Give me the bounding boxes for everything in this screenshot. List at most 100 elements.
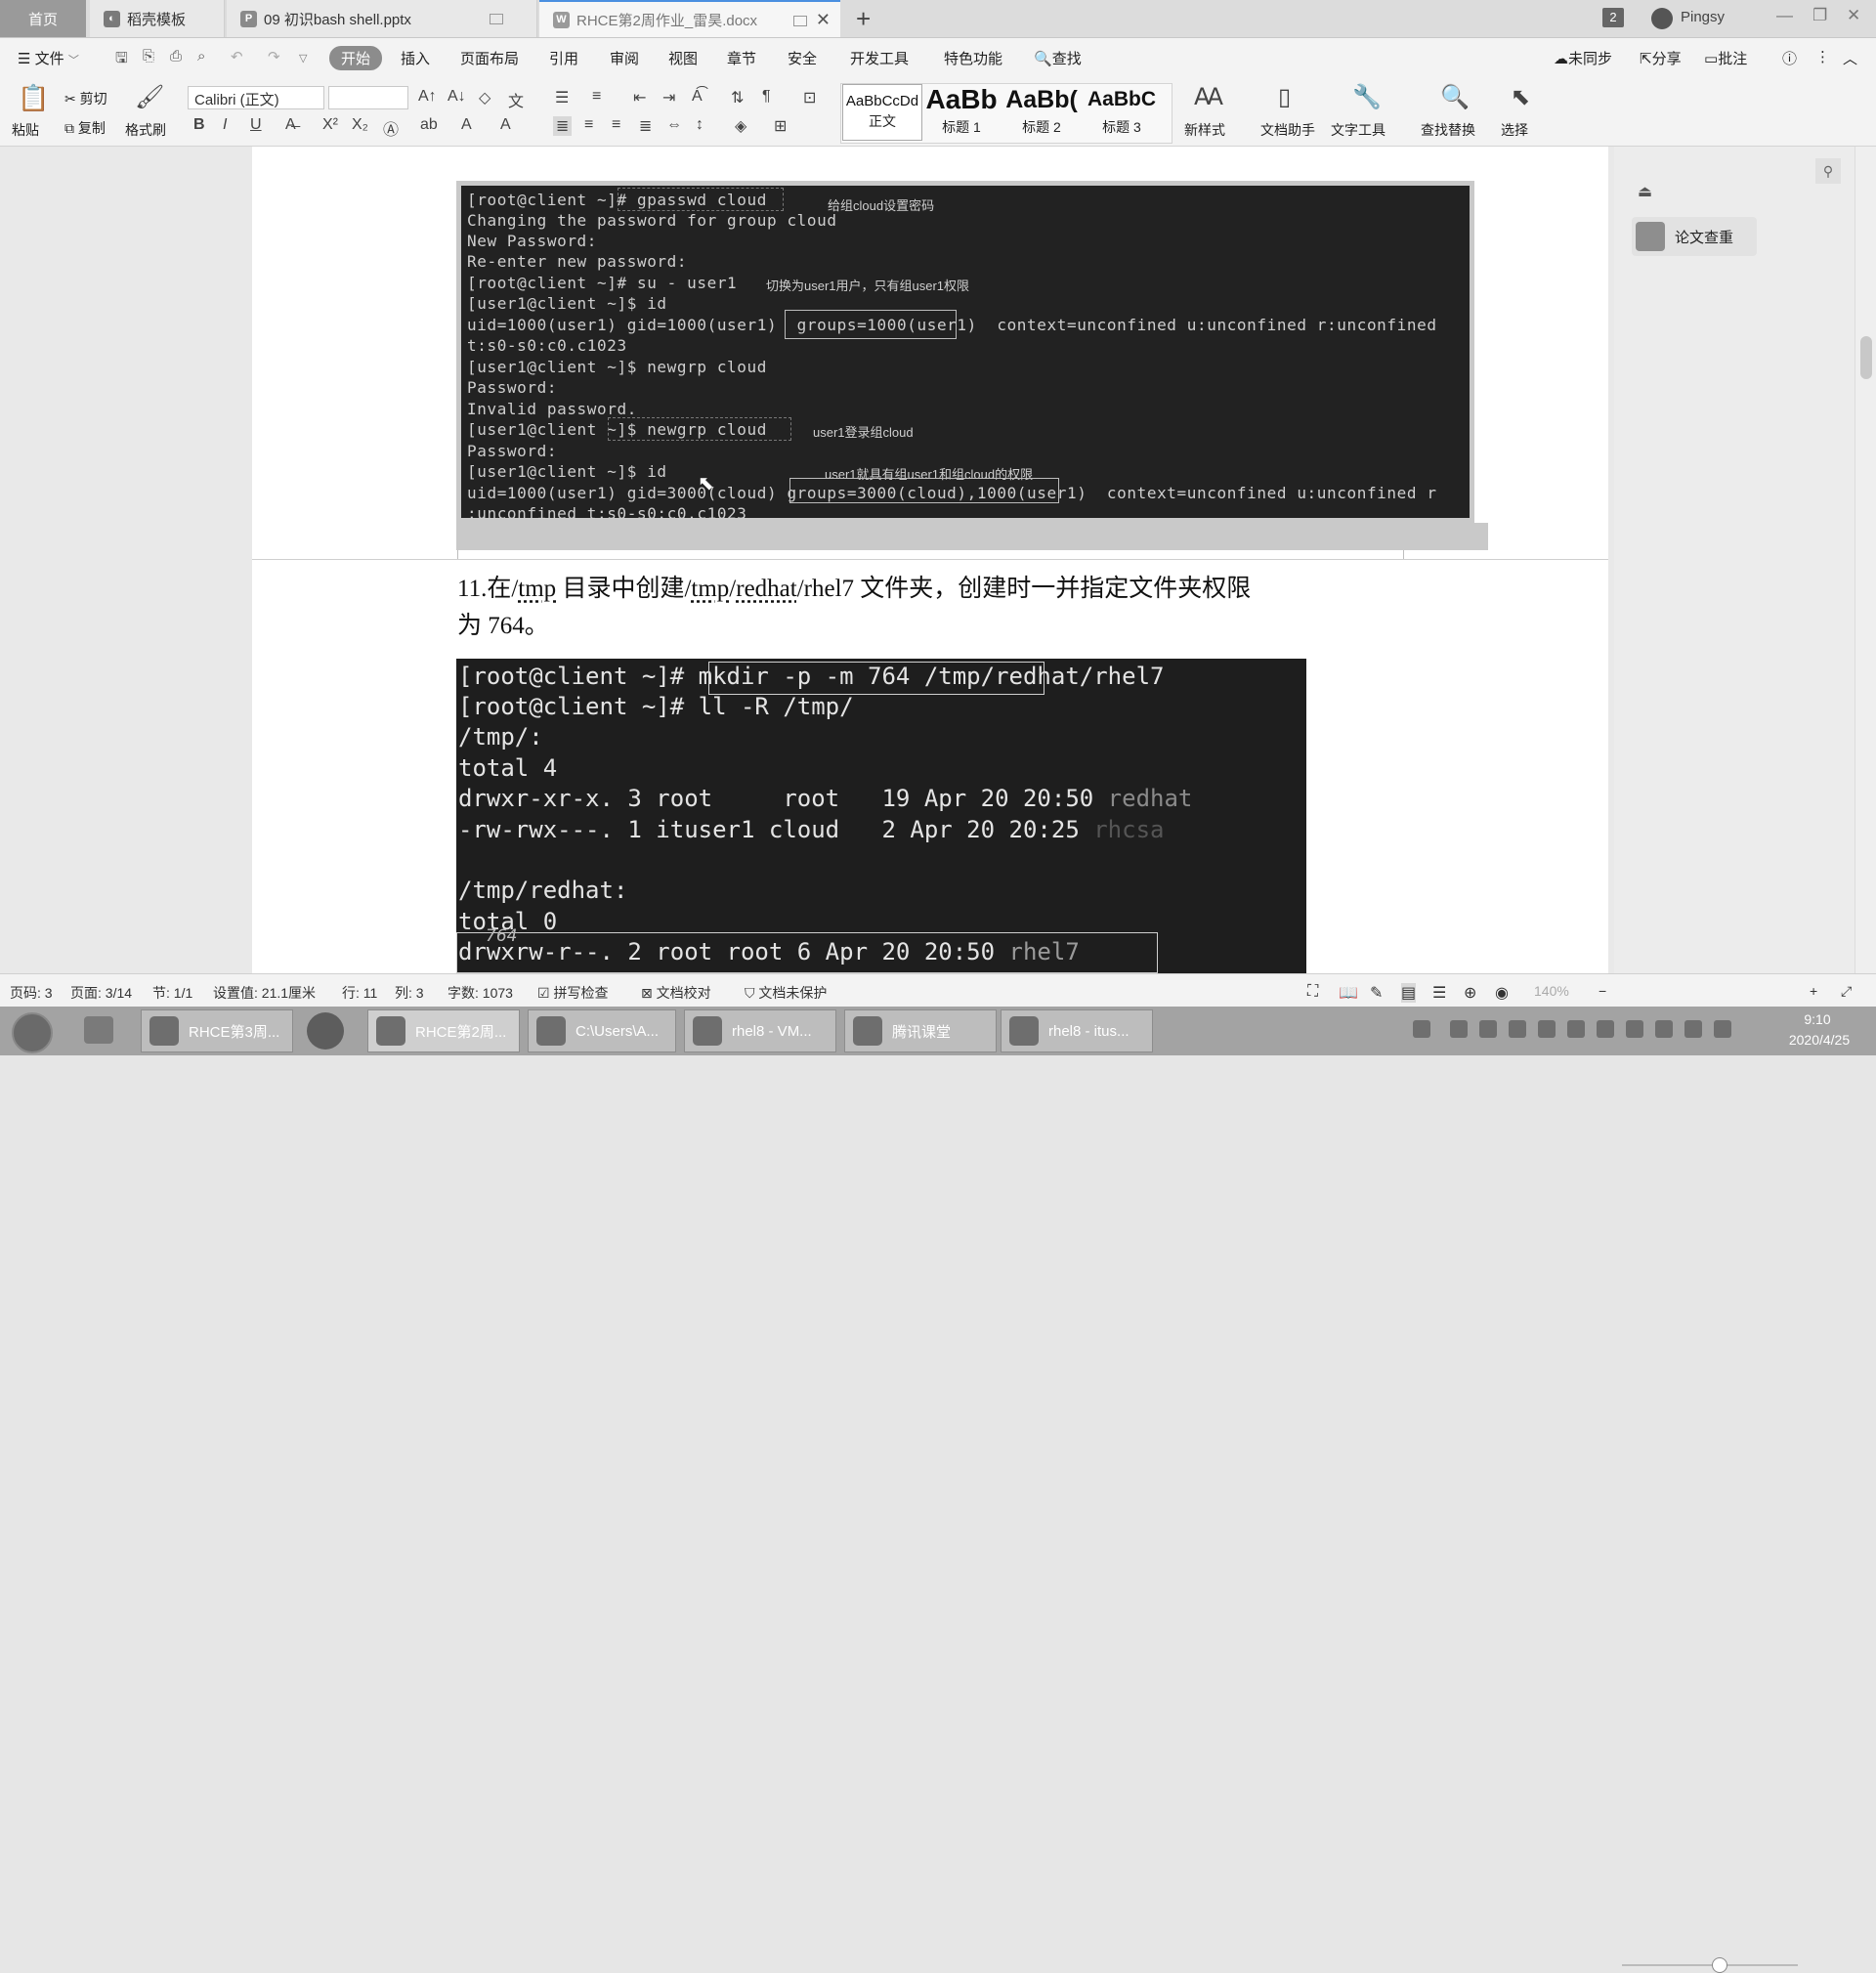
show-marks-icon[interactable]: ¶ bbox=[762, 88, 771, 106]
tab-special-features[interactable]: 特色功能 bbox=[944, 48, 1002, 68]
style-heading-3[interactable]: AaBbC 标题 3 bbox=[1083, 84, 1161, 139]
new-style-button[interactable]: 新样式 bbox=[1184, 120, 1225, 140]
user-name[interactable]: Pingsy bbox=[1681, 9, 1725, 25]
zoom-slider-thumb[interactable] bbox=[1712, 1957, 1727, 1973]
close-tab-icon[interactable]: ✕ bbox=[816, 10, 831, 30]
tab-pptx[interactable]: P 09 初识bash shell.pptx bbox=[227, 0, 537, 37]
tray-app-icon[interactable] bbox=[1450, 1020, 1468, 1038]
strikethrough-icon[interactable]: A̶ bbox=[285, 116, 296, 134]
tab-developer[interactable]: 开发工具 bbox=[850, 48, 909, 68]
underline-icon[interactable]: U bbox=[250, 116, 262, 134]
taskbar-item-active[interactable]: RHCE第2周... bbox=[367, 1009, 520, 1052]
paper-check-button[interactable]: 论文查重 bbox=[1632, 217, 1757, 256]
eye-protection-icon[interactable]: ◉ bbox=[1495, 983, 1509, 1003]
scroll-thumb[interactable] bbox=[1860, 336, 1872, 379]
phonetic-icon[interactable]: 文 bbox=[508, 88, 524, 111]
chinese-layout-icon[interactable]: A͡ bbox=[692, 88, 703, 106]
edit-mode-icon[interactable]: ✎ bbox=[1370, 983, 1383, 1003]
taskbar-item[interactable]: RHCE第3周... bbox=[141, 1009, 293, 1052]
tab-security[interactable]: 安全 bbox=[788, 48, 817, 68]
distributed-icon[interactable]: ⇔ bbox=[666, 116, 682, 134]
find-replace-button[interactable]: 查找替换 bbox=[1421, 120, 1475, 140]
undo-icon[interactable]: ↶ bbox=[231, 48, 243, 65]
font-size-select[interactable] bbox=[328, 86, 408, 109]
action-center-icon[interactable] bbox=[1714, 1020, 1731, 1038]
tab-stop-icon[interactable]: ⊡ bbox=[803, 88, 816, 107]
select-button[interactable]: 选择 bbox=[1501, 120, 1528, 140]
collapse-ribbon-icon[interactable]: ︿ bbox=[1843, 48, 1857, 68]
outline-view-icon[interactable]: ☰ bbox=[1432, 983, 1446, 1003]
tab-home-ribbon[interactable]: 开始 bbox=[329, 46, 383, 70]
highlight-icon[interactable]: ab bbox=[420, 116, 438, 134]
doc-assistant-icon[interactable]: ▯ bbox=[1278, 83, 1291, 111]
superscript-icon[interactable]: X² bbox=[322, 116, 338, 134]
chat-icon[interactable] bbox=[84, 1016, 113, 1044]
zoom-in-icon[interactable]: + bbox=[1810, 983, 1817, 999]
zoom-slider[interactable] bbox=[1622, 1964, 1798, 1966]
status-word-count[interactable]: 字数: 1073 bbox=[448, 983, 513, 1003]
tray-app-icon[interactable] bbox=[1538, 1020, 1556, 1038]
avatar[interactable] bbox=[1651, 8, 1673, 29]
borders-icon[interactable]: ⊞ bbox=[774, 116, 787, 136]
style-normal[interactable]: AaBbCcDd 正文 bbox=[842, 84, 922, 141]
file-menu[interactable]: ☰ 文件 ﹀ bbox=[18, 48, 79, 68]
align-right-icon[interactable]: ≡ bbox=[612, 116, 620, 134]
text-effect-icon[interactable]: Ⓐ bbox=[383, 116, 399, 140]
close-window-icon[interactable]: ✕ bbox=[1847, 6, 1860, 25]
export-icon[interactable]: ⎘ bbox=[143, 48, 154, 64]
collapse-pane-icon[interactable]: ⏏ bbox=[1638, 182, 1652, 201]
numbering-icon[interactable]: ≡ bbox=[592, 88, 601, 106]
format-painter-button[interactable]: 格式刷 bbox=[125, 120, 166, 140]
shrink-font-icon[interactable]: A↓ bbox=[448, 88, 466, 106]
grow-font-icon[interactable]: A↑ bbox=[418, 88, 437, 106]
taskbar-item[interactable]: rhel8 - VM... bbox=[684, 1009, 836, 1052]
window-count-badge[interactable]: 2 bbox=[1602, 8, 1624, 27]
new-tab-button[interactable]: + bbox=[856, 4, 871, 34]
zoom-out-icon[interactable]: − bbox=[1599, 983, 1606, 999]
protect-button[interactable]: ⛉ 文档未保护 bbox=[745, 983, 827, 1003]
style-heading-1[interactable]: AaBb 标题 1 bbox=[922, 84, 1001, 139]
style-heading-2[interactable]: AaBb( 标题 2 bbox=[1002, 84, 1081, 139]
sort-icon[interactable]: ⇅ bbox=[731, 88, 744, 107]
increase-indent-icon[interactable]: ⇥ bbox=[662, 88, 675, 107]
restore-icon[interactable]: ❐ bbox=[1812, 6, 1827, 25]
window-mode-icon[interactable] bbox=[490, 14, 503, 24]
tab-review[interactable]: 审阅 bbox=[610, 48, 639, 68]
status-page-number[interactable]: 页码: 3 bbox=[10, 983, 53, 1003]
shading-icon[interactable]: ◈ bbox=[735, 116, 746, 136]
web-view-icon[interactable]: ⊕ bbox=[1464, 983, 1476, 1003]
new-style-icon[interactable]: Ꜳ bbox=[1194, 83, 1223, 111]
input-method-icon[interactable] bbox=[1413, 1020, 1430, 1038]
share-button[interactable]: ⇱分享 bbox=[1640, 48, 1682, 68]
tab-view[interactable]: 视图 bbox=[668, 48, 698, 68]
redo-icon[interactable]: ↷ bbox=[268, 48, 280, 65]
vertical-scrollbar[interactable] bbox=[1855, 147, 1876, 973]
copy-button[interactable]: ⧉ 复制 bbox=[64, 118, 106, 138]
print-preview-icon[interactable]: ⌕ bbox=[197, 48, 205, 64]
cut-button[interactable]: ✂ 剪切 bbox=[64, 89, 107, 108]
print-icon[interactable]: ⎙ bbox=[170, 48, 182, 64]
tab-docx[interactable]: W RHCE第2周作业_雷昊.docx ✕ bbox=[539, 0, 840, 37]
clock-time[interactable]: 9:10 bbox=[1769, 1011, 1866, 1027]
doc-assistant-button[interactable]: 文档助手 bbox=[1260, 120, 1315, 140]
tray-app-icon[interactable] bbox=[1626, 1020, 1643, 1038]
window-mode-icon[interactable] bbox=[793, 16, 807, 26]
spell-check-button[interactable]: ☑ 拼写检查 bbox=[537, 983, 608, 1003]
tray-app-icon[interactable] bbox=[1597, 1020, 1614, 1038]
taskbar-item[interactable]: 腾讯课堂 bbox=[844, 1009, 997, 1052]
format-painter-icon[interactable]: 🖌 bbox=[135, 83, 164, 111]
tab-chapter[interactable]: 章节 bbox=[727, 48, 756, 68]
fullscreen-icon[interactable]: ⛶ bbox=[1307, 983, 1318, 1001]
clear-format-icon[interactable]: ◇ bbox=[479, 88, 490, 107]
quick-access-dropdown-icon[interactable]: ▽ bbox=[299, 52, 307, 64]
page-view-icon[interactable]: ▤ bbox=[1401, 983, 1417, 1003]
align-center-icon[interactable]: ≡ bbox=[584, 116, 593, 134]
paste-icon[interactable]: 📋 bbox=[18, 83, 49, 113]
justify-icon[interactable]: ≣ bbox=[639, 116, 652, 136]
more-icon[interactable]: ⋮ bbox=[1815, 48, 1830, 65]
line-spacing-icon[interactable]: ↕ bbox=[696, 116, 704, 134]
network-icon[interactable] bbox=[1655, 1020, 1673, 1038]
bullets-icon[interactable]: ☰ bbox=[555, 88, 569, 107]
font-name-select[interactable]: Calibri (正文) bbox=[188, 86, 324, 109]
status-pages[interactable]: 页面: 3/14 bbox=[70, 983, 132, 1003]
